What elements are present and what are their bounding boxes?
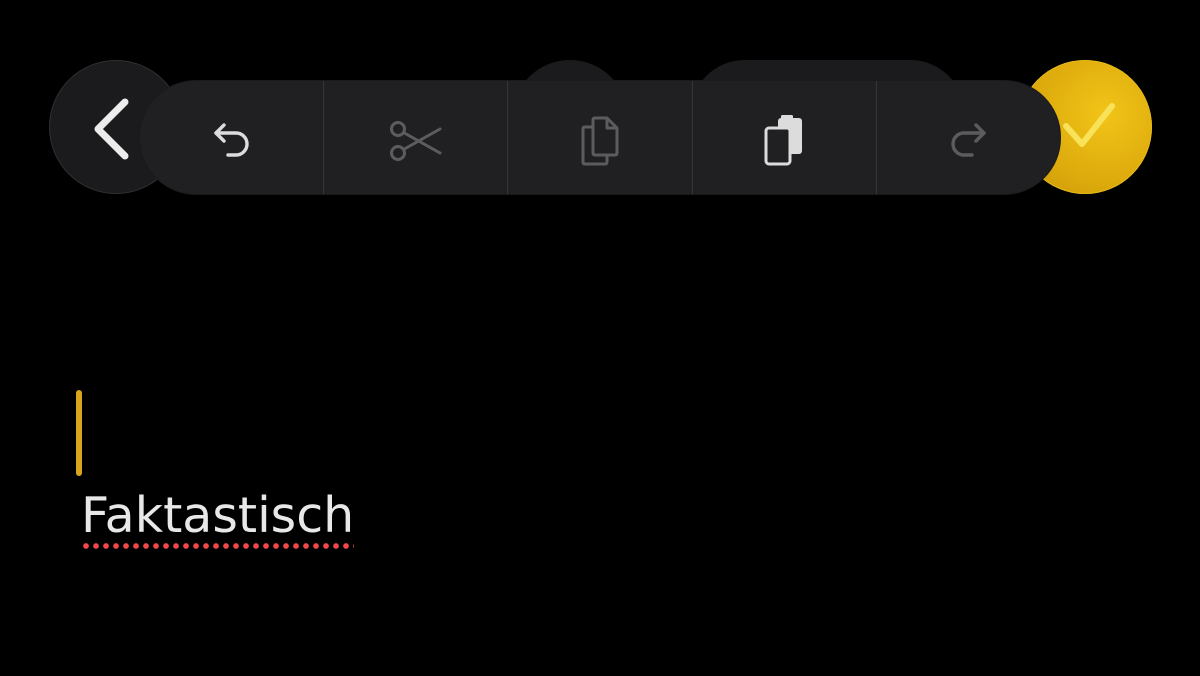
entered-text: Faktastisch — [81, 487, 355, 544]
cut-button[interactable] — [323, 81, 507, 194]
edit-toolbar — [140, 81, 1060, 194]
undo-button[interactable] — [140, 81, 323, 194]
redo-button[interactable] — [875, 81, 1060, 194]
checkmark-icon — [1063, 103, 1115, 147]
text-editor[interactable]: Faktastisch — [76, 390, 676, 560]
redo-icon — [951, 122, 987, 157]
text-line[interactable]: Faktastisch — [81, 486, 355, 550]
paste-icon — [764, 114, 803, 165]
spellcheck-underline — [81, 542, 355, 550]
paste-button[interactable] — [691, 81, 876, 194]
copy-button[interactable] — [507, 81, 691, 194]
chevron-left-icon — [94, 98, 129, 160]
copy-icon — [581, 116, 619, 165]
undo-icon — [213, 122, 249, 157]
scissors-icon — [389, 120, 442, 161]
text-caret — [76, 390, 82, 476]
